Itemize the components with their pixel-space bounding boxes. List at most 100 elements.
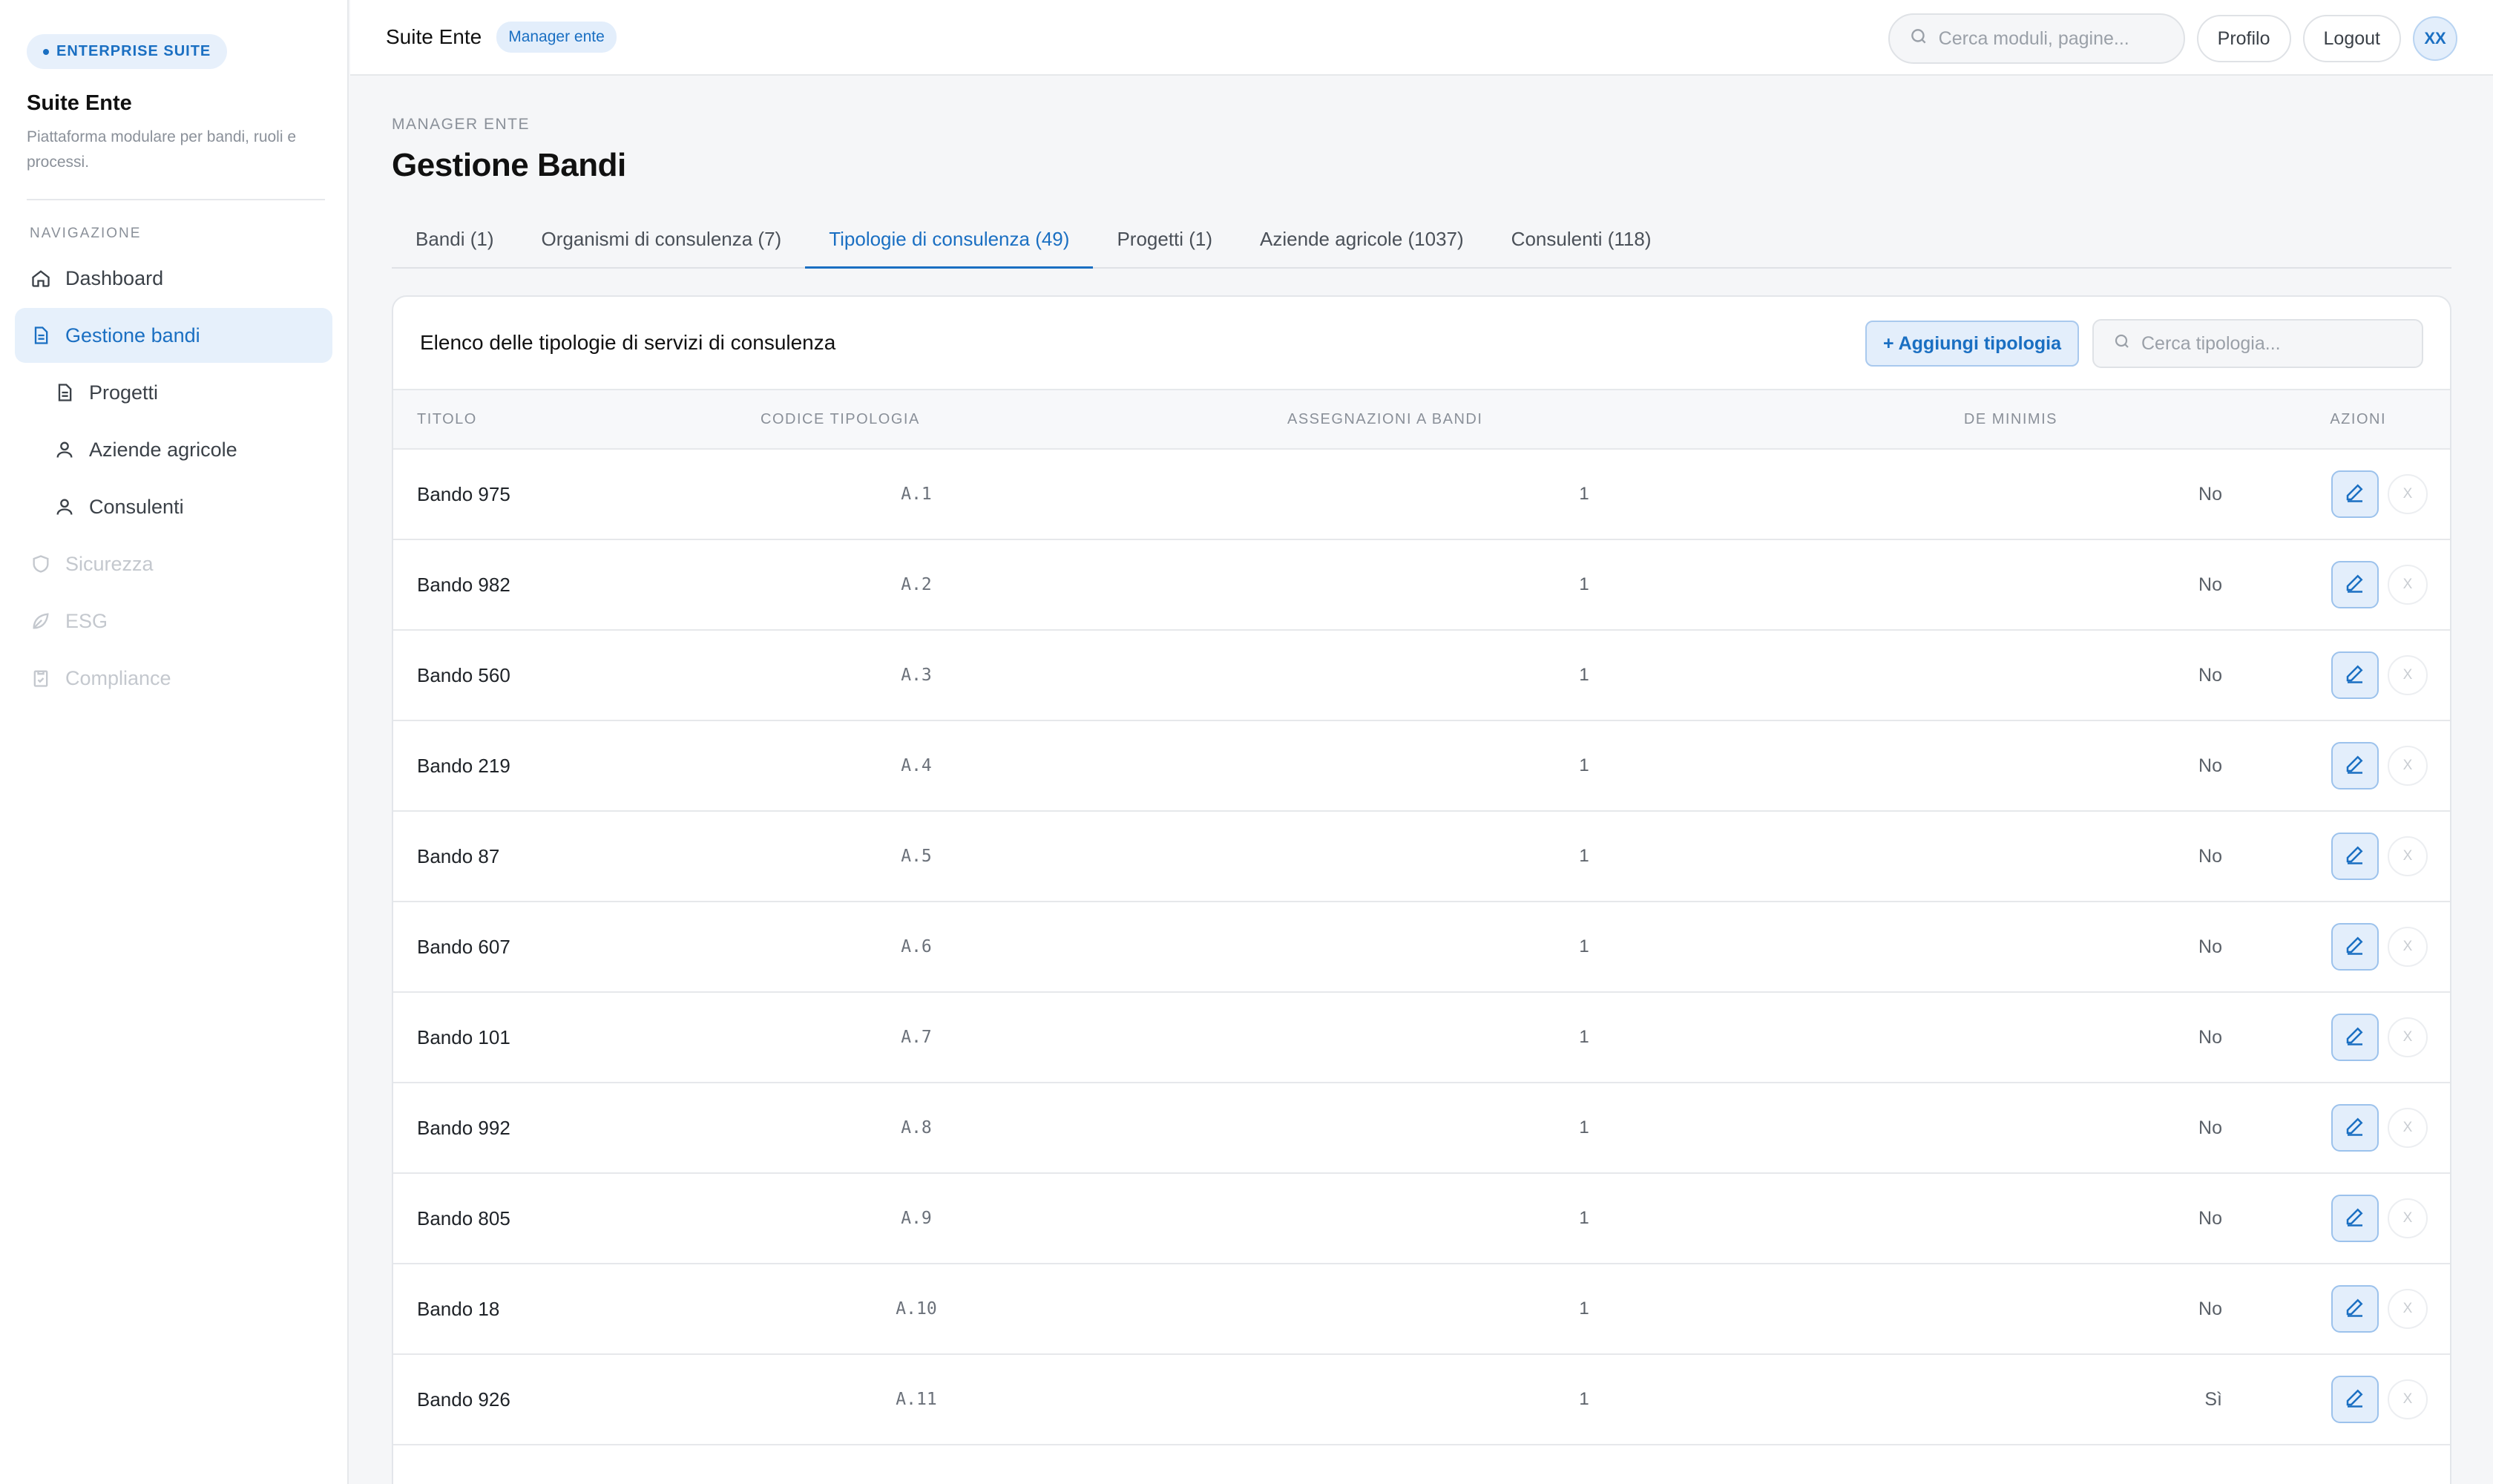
row-deminimis: No: [2198, 845, 2222, 867]
delete-button[interactable]: X: [2388, 565, 2428, 605]
row-deminimis-cell: Sì: [1925, 1354, 2296, 1445]
column-header-titolo[interactable]: TITOLO: [393, 390, 761, 449]
add-tipologia-button[interactable]: + Aggiungi tipologia: [1865, 321, 2079, 367]
delete-button[interactable]: X: [2388, 655, 2428, 695]
column-header-codice[interactable]: CODICE TIPOLOGIA: [761, 390, 1287, 449]
edit-button[interactable]: [2331, 561, 2379, 608]
search-icon: [1909, 27, 1939, 51]
delete-button[interactable]: X: [2388, 1017, 2428, 1057]
table-row[interactable]: Bando 101 A.7 1 No X: [393, 992, 2450, 1083]
sidebar-item-label: Progetti: [89, 381, 159, 404]
edit-button[interactable]: [2331, 1104, 2379, 1152]
tab-organismi[interactable]: Organismi di consulenza (7): [518, 212, 806, 269]
delete-button[interactable]: X: [2388, 927, 2428, 967]
row-deminimis-cell: No: [1925, 811, 2296, 902]
pencil-icon: [2344, 1296, 2366, 1323]
user-icon: [53, 496, 76, 518]
row-code: A.7: [901, 1028, 932, 1047]
avatar[interactable]: XX: [2413, 16, 2457, 61]
edit-button[interactable]: [2331, 651, 2379, 699]
table-row[interactable]: Bando 607 A.6 1 No X: [393, 902, 2450, 992]
table-row[interactable]: Bando 926 A.11 1 Sì X: [393, 1354, 2450, 1445]
row-assign: 1: [1579, 484, 1589, 504]
row-actions: X: [2296, 1083, 2450, 1173]
edit-button[interactable]: [2331, 470, 2379, 518]
delete-button[interactable]: X: [2388, 746, 2428, 786]
brand-subtitle: Piattaforma modulare per bandi, ruoli e …: [27, 128, 297, 171]
sidebar-item-progetti[interactable]: Progetti: [15, 365, 332, 420]
main-content: MANAGER ENTE Gestione Bandi Bandi (1) Or…: [392, 76, 2451, 1484]
table-row[interactable]: Bando 219 A.4 1 No X: [393, 720, 2450, 811]
pencil-icon: [2344, 933, 2366, 961]
row-deminimis-cell: No: [1925, 1264, 2296, 1354]
edit-button[interactable]: [2331, 1014, 2379, 1061]
row-assign-cell: 1: [1287, 449, 1925, 539]
nav-heading: NAVIGAZIONE: [30, 226, 142, 241]
tab-bandi[interactable]: Bandi (1): [392, 212, 518, 269]
edit-button[interactable]: [2331, 833, 2379, 880]
delete-button[interactable]: X: [2388, 474, 2428, 514]
tipologie-table: TITOLO CODICE TIPOLOGIA ASSEGNAZIONI A B…: [393, 389, 2450, 1445]
delete-button[interactable]: X: [2388, 836, 2428, 876]
breadcrumb: MANAGER ENTE: [392, 116, 531, 133]
tab-aziende-agricole[interactable]: Aziende agricole (1037): [1236, 212, 1488, 269]
table-header-row: TITOLO CODICE TIPOLOGIA ASSEGNAZIONI A B…: [393, 390, 2450, 449]
pencil-icon: [2344, 752, 2366, 780]
sidebar-item-consulenti[interactable]: Consulenti: [15, 479, 332, 534]
search-icon: [2113, 332, 2141, 355]
tab-progetti[interactable]: Progetti (1): [1093, 212, 1236, 269]
global-search-placeholder: Cerca moduli, pagine...: [1938, 27, 2129, 49]
row-assign-cell: 1: [1287, 1083, 1925, 1173]
edit-button[interactable]: [2331, 1285, 2379, 1333]
document-icon: [30, 324, 52, 347]
row-code-cell: A.5: [761, 811, 1287, 902]
delete-button[interactable]: X: [2388, 1379, 2428, 1419]
pencil-icon: [2344, 481, 2366, 508]
edit-button[interactable]: [2331, 923, 2379, 971]
global-search-input[interactable]: Cerca moduli, pagine...: [1888, 13, 2185, 64]
delete-button[interactable]: X: [2388, 1108, 2428, 1148]
table-row[interactable]: Bando 18 A.10 1 No X: [393, 1264, 2450, 1354]
table-row[interactable]: Bando 975 A.1 1 No X: [393, 449, 2450, 539]
edit-button[interactable]: [2331, 1195, 2379, 1242]
row-assign-cell: 1: [1287, 539, 1925, 630]
row-title: Bando 87: [417, 844, 500, 867]
edit-button[interactable]: [2331, 742, 2379, 789]
sidebar-item-aziende-agricole[interactable]: Aziende agricole: [15, 422, 332, 477]
row-actions: X: [2296, 720, 2450, 811]
row-assign-cell: 1: [1287, 1354, 1925, 1445]
logout-button[interactable]: Logout: [2302, 15, 2401, 62]
sidebar-item-gestione-bandi[interactable]: Gestione bandi: [15, 308, 332, 363]
table-row[interactable]: Bando 560 A.3 1 No X: [393, 630, 2450, 720]
row-code-cell: A.8: [761, 1083, 1287, 1173]
row-deminimis-cell: No: [1925, 630, 2296, 720]
table-row[interactable]: Bando 805 A.9 1 No X: [393, 1173, 2450, 1264]
row-assign: 1: [1579, 755, 1589, 775]
row-actions: X: [2296, 449, 2450, 539]
table-row[interactable]: Bando 992 A.8 1 No X: [393, 1083, 2450, 1173]
row-actions-group: X: [2296, 470, 2428, 518]
row-code: A.10: [896, 1299, 937, 1319]
profile-button[interactable]: Profilo: [2196, 15, 2291, 62]
row-actions: X: [2296, 539, 2450, 630]
row-assign: 1: [1579, 574, 1589, 594]
tipologia-search-input[interactable]: Cerca tipologia...: [2092, 319, 2423, 368]
row-code-cell: A.1: [761, 449, 1287, 539]
app-title: Suite Ente: [386, 25, 482, 48]
table-row[interactable]: Bando 87 A.5 1 No X: [393, 811, 2450, 902]
tab-consulenti[interactable]: Consulenti (118): [1488, 212, 1675, 269]
row-actions-group: X: [2296, 742, 2428, 789]
table-row[interactable]: Bando 982 A.2 1 No X: [393, 539, 2450, 630]
row-code: A.4: [901, 756, 932, 775]
edit-button[interactable]: [2331, 1376, 2379, 1423]
sidebar-item-dashboard[interactable]: Dashboard: [15, 251, 332, 306]
row-code-cell: A.2: [761, 539, 1287, 630]
row-title: Bando 560: [417, 663, 510, 686]
column-header-de-minimis[interactable]: DE MINIMIS: [1925, 390, 2296, 449]
column-header-assegnazioni[interactable]: ASSEGNAZIONI A BANDI: [1287, 390, 1925, 449]
row-assign-cell: 1: [1287, 902, 1925, 992]
delete-button[interactable]: X: [2388, 1198, 2428, 1238]
tab-tipologie[interactable]: Tipologie di consulenza (49): [805, 212, 1094, 269]
delete-button[interactable]: X: [2388, 1289, 2428, 1329]
row-code-cell: A.3: [761, 630, 1287, 720]
